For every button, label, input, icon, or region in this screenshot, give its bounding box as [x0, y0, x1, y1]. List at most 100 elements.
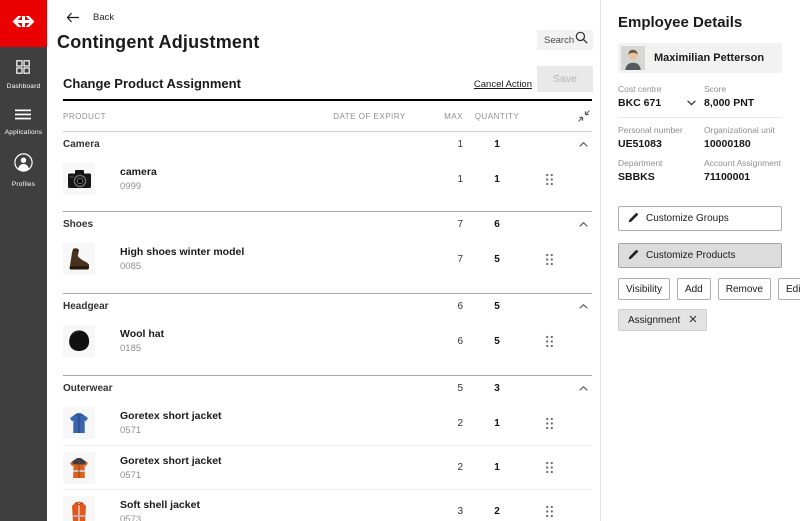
chevron-up-icon[interactable] — [572, 142, 592, 147]
drag-handle-icon[interactable] — [527, 461, 572, 474]
remove-button[interactable]: Remove — [718, 278, 771, 300]
field-department: Department SBBKS — [618, 158, 704, 191]
field-organizational-unit: Organizational unit 10000180 — [704, 118, 782, 158]
product-code: 0185 — [120, 343, 164, 354]
app-window: Dashboard Applications Profiles Back Con… — [0, 0, 800, 521]
main-content: Back Contingent Adjustment Search Change… — [47, 0, 600, 521]
collapse-all-icon[interactable] — [572, 110, 592, 122]
sidebar: Dashboard Applications Profiles — [0, 0, 47, 521]
group-max: 5 — [412, 383, 467, 394]
col-header-date-of-expiry: DATE OF EXPIRY — [327, 112, 412, 121]
chevron-down-icon[interactable] — [687, 97, 696, 109]
group-name: Camera — [63, 139, 327, 150]
save-button[interactable]: Save — [537, 66, 593, 92]
section-title: Change Product Assignment — [63, 76, 241, 91]
assignment-filter-chip[interactable]: Assignment — [618, 309, 707, 331]
group-quantity: 6 — [467, 219, 527, 230]
product-max: 3 — [412, 506, 467, 517]
product-quantity: 1 — [467, 418, 527, 429]
product-row[interactable]: camera 0999 1 1 — [63, 157, 592, 201]
chevron-up-icon[interactable] — [572, 304, 592, 309]
product-name: Wool hat — [120, 328, 164, 340]
product-code: 0571 — [120, 425, 222, 436]
profile-icon — [14, 153, 33, 177]
group-max: 1 — [412, 139, 467, 150]
search-placeholder: Search — [544, 35, 574, 46]
group-name: Headgear — [63, 301, 327, 312]
search-input[interactable]: Search — [537, 30, 593, 50]
visibility-button[interactable]: Visibility — [618, 278, 670, 300]
sbb-double-arrow-icon — [10, 15, 37, 33]
product-max: 1 — [412, 174, 467, 185]
add-button[interactable]: Add — [677, 278, 711, 300]
group-section-camera: Camera 1 1 camera — [63, 132, 592, 211]
product-image-orange-softshell — [63, 496, 95, 521]
product-max: 2 — [412, 418, 467, 429]
employee-details-panel: Employee Details Maximilian Petterson Co… — [600, 0, 800, 521]
drag-handle-icon[interactable] — [527, 173, 572, 186]
back-label[interactable]: Back — [93, 12, 114, 23]
customize-groups-button[interactable]: Customize Groups — [618, 206, 782, 231]
product-image-blue-jacket — [63, 407, 95, 439]
product-image-wool-hat — [63, 325, 95, 357]
field-cost-centre: Cost centre BKC 671 — [618, 84, 704, 118]
drag-handle-icon[interactable] — [527, 417, 572, 430]
product-row[interactable]: Goretex short jacket 0571 2 1 — [63, 445, 592, 489]
sbb-logo — [0, 0, 47, 47]
field-account-assignment: Account Assignment 71100001 — [704, 158, 782, 191]
cost-centre-dropdown[interactable]: BKC 671 — [618, 97, 696, 109]
employee-card[interactable]: Maximilian Petterson — [618, 43, 782, 73]
col-header-quantity: QUANTITY — [467, 112, 527, 121]
product-name: Goretex short jacket — [120, 410, 222, 422]
group-name: Outerwear — [63, 383, 327, 394]
search-icon[interactable] — [575, 31, 588, 49]
drag-handle-icon[interactable] — [527, 335, 572, 348]
product-row[interactable]: Wool hat 0185 6 5 — [63, 319, 592, 363]
group-quantity: 5 — [467, 301, 527, 312]
drag-handle-icon[interactable] — [527, 253, 572, 266]
edit-button[interactable]: Edit — [778, 278, 800, 300]
panel-title: Employee Details — [618, 14, 782, 31]
product-quantity: 1 — [467, 462, 527, 473]
chevron-up-icon[interactable] — [572, 386, 592, 391]
field-personal-number: Personal number UE51083 — [618, 118, 704, 158]
product-row[interactable]: Goretex short jacket 0571 2 1 — [63, 401, 592, 445]
product-max: 7 — [412, 254, 467, 265]
group-row[interactable]: Camera 1 1 — [63, 132, 592, 157]
table-header-row: PRODUCT DATE OF EXPIRY MAX QUANTITY — [63, 101, 592, 132]
sidebar-item-profiles[interactable]: Profiles — [12, 153, 35, 188]
sidebar-item-label: Dashboard — [7, 83, 41, 90]
product-name: Soft shell jacket — [120, 499, 200, 511]
close-icon[interactable] — [689, 315, 697, 326]
employee-fields: Cost centre BKC 671 Score 8,000 PNT Pers… — [618, 84, 782, 191]
product-row[interactable]: Soft shell jacket 0573 3 2 — [63, 489, 592, 521]
sidebar-item-applications[interactable]: Applications — [5, 107, 42, 136]
cancel-action-link[interactable]: Cancel Action — [474, 79, 532, 90]
product-code: 0999 — [120, 181, 157, 192]
chevron-up-icon[interactable] — [572, 222, 592, 227]
product-name: camera — [120, 166, 157, 178]
group-max: 6 — [412, 301, 467, 312]
group-row[interactable]: Outerwear 5 3 — [63, 376, 592, 401]
drag-handle-icon[interactable] — [527, 505, 572, 518]
product-quantity: 2 — [467, 506, 527, 517]
employee-name: Maximilian Petterson — [654, 52, 764, 64]
product-image-camera — [63, 163, 95, 195]
group-quantity: 1 — [467, 139, 527, 150]
product-code: 0571 — [120, 470, 222, 481]
toolbar: Change Product Assignment Cancel Action — [63, 75, 592, 93]
customize-products-button[interactable]: Customize Products — [618, 243, 782, 268]
product-max: 6 — [412, 336, 467, 347]
pencil-icon — [628, 212, 639, 226]
sidebar-item-label: Profiles — [12, 181, 35, 188]
field-score: Score 8,000 PNT — [704, 84, 782, 118]
group-row[interactable]: Shoes 7 6 — [63, 212, 592, 237]
col-header-max: MAX — [412, 112, 467, 121]
product-quantity: 5 — [467, 254, 527, 265]
product-image-orange-jacket — [63, 452, 95, 484]
group-row[interactable]: Headgear 6 5 — [63, 294, 592, 319]
product-row[interactable]: High shoes winter model 0085 7 5 — [63, 237, 592, 281]
back-button[interactable] — [66, 12, 80, 23]
sidebar-item-dashboard[interactable]: Dashboard — [7, 60, 41, 90]
group-section-outerwear: Outerwear 5 3 Goretex shor — [63, 375, 592, 521]
